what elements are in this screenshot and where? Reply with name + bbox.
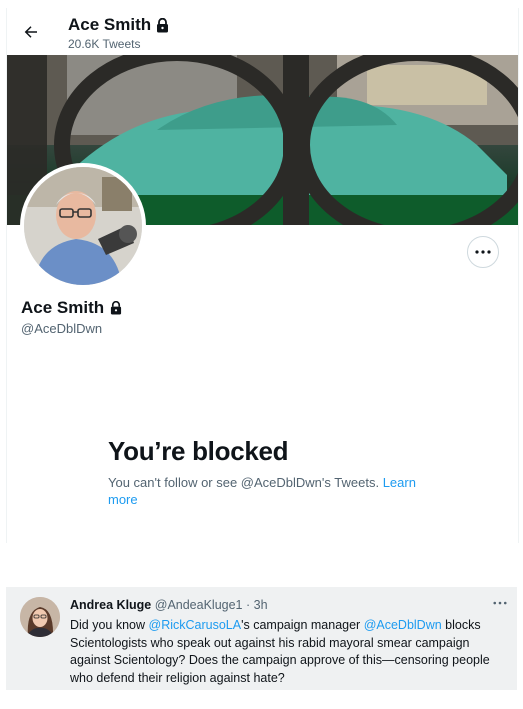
more-horizontal-icon <box>475 250 491 254</box>
blocked-message-text: You can't follow or see @AceDblDwn's Twe… <box>108 475 380 490</box>
profile-more-button[interactable] <box>467 236 499 268</box>
lock-icon <box>157 17 169 32</box>
tweet-separator: · <box>246 598 251 612</box>
lock-icon <box>111 301 122 315</box>
mention-link[interactable]: @AceDblDwn <box>364 618 442 632</box>
blocked-message: You can't follow or see @AceDblDwn's Twe… <box>108 474 418 508</box>
profile-card: Ace Smith 20.6K Tweets Ace Smith @AceDbl… <box>6 8 519 543</box>
tweet-header: Andrea Kluge @AndeaKluge1 · 3h <box>70 598 268 612</box>
profile-avatar[interactable] <box>20 163 146 289</box>
header-title-text: Ace Smith <box>68 15 152 34</box>
tweet-text: Did you know @RickCarusoLA's campaign ma… <box>70 617 510 687</box>
tweet-author-name[interactable]: Andrea Kluge <box>70 598 151 612</box>
more-horizontal-icon <box>493 601 507 605</box>
tweet-text-part: 's campaign manager <box>241 618 364 632</box>
profile-name-text: Ace Smith <box>21 298 105 317</box>
arrow-left-icon <box>24 26 37 38</box>
avatar-image <box>24 167 142 285</box>
mention-link[interactable]: @RickCarusoLA <box>149 618 242 632</box>
tweet-author-handle[interactable]: @AndeaKluge1 <box>155 598 243 612</box>
back-button[interactable] <box>15 16 47 48</box>
tweet-time[interactable]: 3h <box>254 598 268 612</box>
profile-handle: @AceDblDwn <box>21 321 103 336</box>
tweet-count: 20.6K Tweets <box>68 37 141 51</box>
profile-name: Ace Smith <box>21 298 122 318</box>
tweet-author-avatar[interactable] <box>20 597 60 637</box>
author-avatar-image <box>20 597 60 637</box>
tweet[interactable]: Andrea Kluge @AndeaKluge1 · 3h Did you k… <box>6 587 517 690</box>
tweet-more-button[interactable] <box>490 596 510 610</box>
header-title: Ace Smith <box>68 15 169 35</box>
tweet-text-part: Did you know <box>70 618 149 632</box>
profile-header: Ace Smith 20.6K Tweets <box>7 8 518 54</box>
blocked-title: You’re blocked <box>108 436 289 466</box>
